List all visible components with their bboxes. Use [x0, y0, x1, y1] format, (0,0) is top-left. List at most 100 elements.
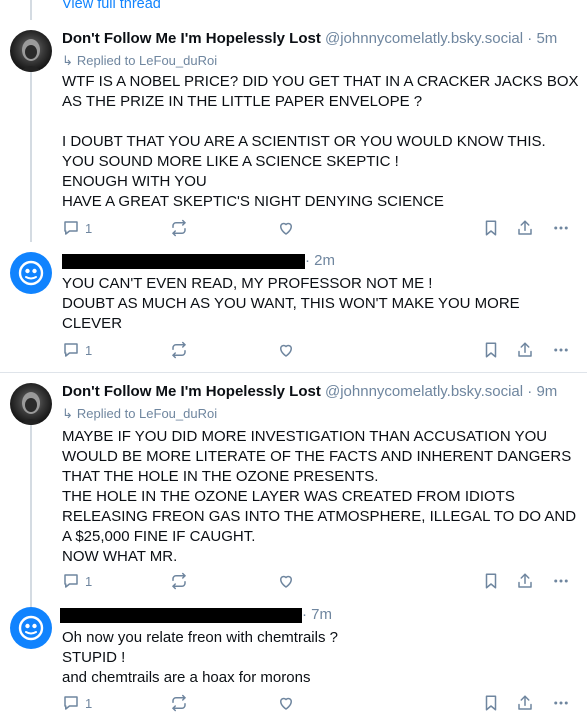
- post[interactable]: · 7m Oh now you relate freon with chemtr…: [0, 606, 587, 721]
- post-header: · 7m: [60, 606, 332, 624]
- ellipsis-icon: [554, 348, 568, 352]
- replied-to-text: Replied to LeFou_duRoi: [76, 406, 218, 421]
- post[interactable]: · 2m YOU CAN'T EVEN READ, MY PROFESSOR N…: [0, 242, 587, 372]
- speech-bubble-icon: [64, 574, 78, 588]
- repost-arrows-icon: [172, 341, 186, 359]
- reply-button[interactable]: 1: [62, 693, 92, 713]
- share-icon: [518, 695, 532, 710]
- bookmark-button[interactable]: [482, 340, 500, 360]
- post[interactable]: Don't Follow Me I'm Hopelessly Lost @joh…: [0, 372, 587, 607]
- share-button[interactable]: [516, 218, 534, 238]
- more-options-button[interactable]: [552, 693, 570, 713]
- like-button[interactable]: [277, 571, 295, 591]
- ellipsis-icon: [554, 579, 568, 583]
- post-text: MAYBE IF YOU DID MORE INVESTIGATION THAN…: [62, 427, 582, 567]
- repost-button[interactable]: [170, 571, 188, 591]
- thread-connector-line: [30, 0, 32, 20]
- post-actions: 1: [62, 693, 582, 715]
- post-actions: 1: [62, 571, 582, 593]
- speech-bubble-icon: [64, 343, 78, 357]
- post-header: Don't Follow Me I'm Hopelessly Lost @joh…: [62, 383, 557, 401]
- post-header: Don't Follow Me I'm Hopelessly Lost @joh…: [62, 30, 557, 48]
- separator-dot: ·: [302, 606, 307, 623]
- thread-connector-line: [30, 72, 32, 242]
- share-button[interactable]: [516, 571, 534, 591]
- separator-dot: ·: [305, 252, 310, 269]
- replied-to-label[interactable]: ↳ Replied to LeFou_duRoi: [62, 406, 217, 422]
- post-text: WTF IS A NOBEL PRICE? DID YOU GET THAT I…: [62, 72, 582, 212]
- bookmark-icon: [485, 342, 497, 358]
- reply-arrow-icon: ↳: [62, 406, 73, 421]
- thread-connector-line: [30, 425, 32, 607]
- redacted-author-name: [60, 607, 302, 623]
- post-actions: 1: [62, 340, 582, 362]
- author-handle[interactable]: @johnnycomelatly.bsky.social: [325, 30, 523, 47]
- repost-arrows-icon: [172, 572, 186, 590]
- share-icon: [518, 342, 532, 357]
- like-button[interactable]: [277, 340, 295, 360]
- repost-arrows-icon: [172, 219, 186, 237]
- reply-arrow-icon: ↳: [62, 53, 73, 68]
- reply-count: 1: [85, 573, 93, 589]
- reply-button[interactable]: 1: [62, 571, 92, 591]
- reply-count: 1: [85, 342, 93, 358]
- post-text-content: YOU CAN'T EVEN READ, MY PROFESSOR NOT ME…: [62, 275, 520, 332]
- avatar[interactable]: [10, 383, 52, 425]
- repost-button[interactable]: [170, 218, 188, 238]
- post-timestamp[interactable]: 9m: [536, 383, 557, 400]
- share-icon: [518, 573, 532, 588]
- post-timestamp[interactable]: 2m: [314, 252, 335, 269]
- post-header: · 2m: [62, 252, 335, 270]
- author-handle[interactable]: @johnnycomelatly.bsky.social: [325, 383, 523, 400]
- speech-bubble-icon: [64, 696, 78, 710]
- repost-arrows-icon: [172, 694, 186, 712]
- bookmark-icon: [485, 695, 497, 711]
- post-text-content: WTF IS A NOBEL PRICE? DID YOU GET THAT I…: [62, 73, 579, 210]
- repost-button[interactable]: [170, 340, 188, 360]
- author-display-name[interactable]: Don't Follow Me I'm Hopelessly Lost: [62, 30, 321, 47]
- share-button[interactable]: [516, 340, 534, 360]
- reply-count: 1: [85, 220, 93, 236]
- post-timestamp[interactable]: 7m: [311, 606, 332, 623]
- reply-button[interactable]: 1: [62, 340, 92, 360]
- avatar[interactable]: [10, 252, 52, 294]
- separator-dot: ·: [527, 383, 533, 400]
- post-text-content: MAYBE IF YOU DID MORE INVESTIGATION THAN…: [62, 428, 577, 565]
- more-options-button[interactable]: [552, 571, 570, 591]
- default-avatar-icon: [18, 615, 44, 641]
- bookmark-icon: [485, 573, 497, 589]
- reply-count: 1: [85, 695, 93, 711]
- bookmark-button[interactable]: [482, 218, 500, 238]
- post-timestamp[interactable]: 5m: [536, 30, 557, 47]
- post-actions: 1: [62, 218, 582, 240]
- heart-icon: [280, 222, 292, 235]
- redacted-author-name: [62, 253, 305, 269]
- separator-dot: ·: [527, 30, 533, 47]
- post-text: Oh now you relate freon with chemtrails …: [62, 628, 582, 688]
- like-button[interactable]: [277, 693, 295, 713]
- bookmark-button[interactable]: [482, 571, 500, 591]
- default-avatar-icon: [18, 260, 44, 286]
- ellipsis-icon: [554, 226, 568, 230]
- replied-to-label[interactable]: ↳ Replied to LeFou_duRoi: [62, 53, 217, 69]
- heart-icon: [280, 575, 292, 588]
- speech-bubble-icon: [64, 221, 78, 235]
- view-full-thread-link[interactable]: View full thread: [62, 0, 161, 12]
- repost-button[interactable]: [170, 693, 188, 713]
- more-options-button[interactable]: [552, 340, 570, 360]
- post[interactable]: Don't Follow Me I'm Hopelessly Lost @joh…: [0, 20, 587, 242]
- share-icon: [518, 220, 532, 235]
- post-text: YOU CAN'T EVEN READ, MY PROFESSOR NOT ME…: [62, 274, 582, 334]
- avatar[interactable]: [10, 607, 52, 649]
- heart-icon: [280, 344, 292, 357]
- share-button[interactable]: [516, 693, 534, 713]
- heart-icon: [280, 697, 292, 710]
- post-text-content: Oh now you relate freon with chemtrails …: [62, 629, 338, 686]
- replied-to-text: Replied to LeFou_duRoi: [76, 53, 218, 68]
- reply-button[interactable]: 1: [62, 218, 92, 238]
- bookmark-button[interactable]: [482, 693, 500, 713]
- avatar[interactable]: [10, 30, 52, 72]
- author-display-name[interactable]: Don't Follow Me I'm Hopelessly Lost: [62, 383, 321, 400]
- more-options-button[interactable]: [552, 218, 570, 238]
- like-button[interactable]: [277, 218, 295, 238]
